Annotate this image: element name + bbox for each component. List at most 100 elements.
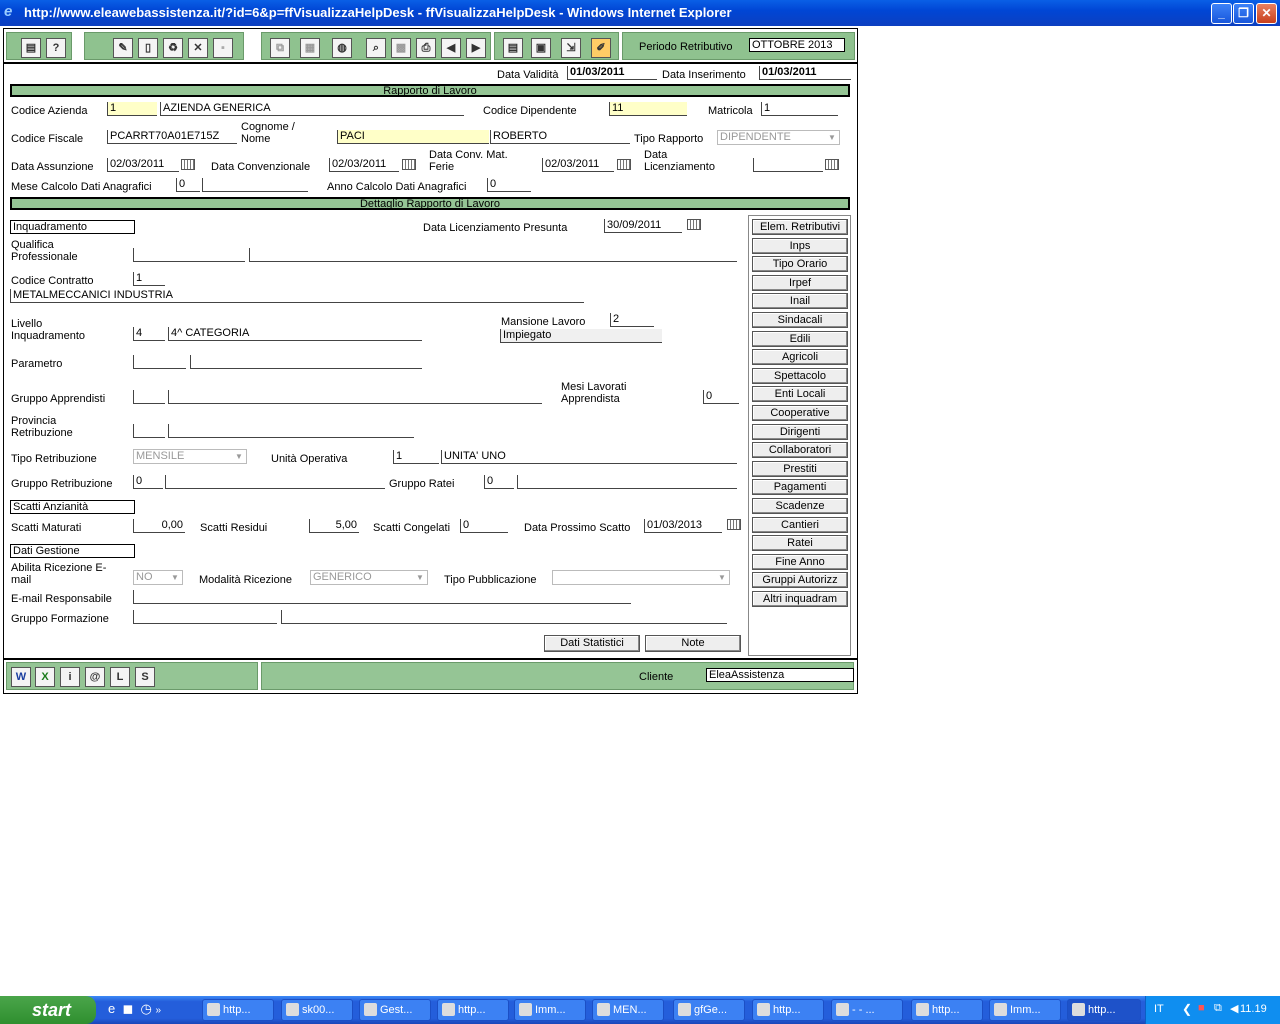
scatti-congelati-field[interactable]: 0 xyxy=(460,519,508,533)
excel-icon[interactable]: X xyxy=(35,667,55,687)
provincia-field[interactable] xyxy=(133,424,165,438)
clipboard-icon[interactable]: ▤ xyxy=(503,38,523,58)
matricola-field[interactable]: 1 xyxy=(761,102,838,116)
anno-calcolo-field[interactable]: 0 xyxy=(487,178,531,192)
minimize-button[interactable]: _ xyxy=(1211,3,1232,24)
side-button-8[interactable]: Spettacolo xyxy=(752,367,848,384)
side-button-16[interactable]: Cantieri xyxy=(752,516,848,533)
side-button-9[interactable]: Enti Locali xyxy=(752,386,848,403)
close-window-button[interactable]: ✕ xyxy=(1256,3,1277,24)
taskbar-item[interactable]: http... xyxy=(1067,999,1141,1021)
side-button-12[interactable]: Collaboratori xyxy=(752,442,848,459)
gruppo-retribuzione-field[interactable]: 0 xyxy=(133,475,163,489)
side-button-14[interactable]: Pagamenti xyxy=(752,479,848,496)
calendar-icon[interactable] xyxy=(617,159,631,170)
taskbar-item[interactable]: http... xyxy=(202,999,274,1021)
side-button-20[interactable]: Altri inquadram xyxy=(752,591,848,607)
globe-icon[interactable]: ◍ xyxy=(332,38,352,58)
at-icon[interactable]: @ xyxy=(85,667,105,687)
cognome-field[interactable]: PACI xyxy=(337,130,489,144)
taskbar-item[interactable]: http... xyxy=(437,999,509,1021)
side-button-1[interactable]: Inps xyxy=(752,237,848,254)
taskbar-item[interactable]: http... xyxy=(752,999,824,1021)
chevron-double-icon[interactable]: » xyxy=(155,1005,161,1016)
email-field[interactable] xyxy=(133,590,631,604)
data-conv-mat-field[interactable]: 02/03/2011 xyxy=(542,158,614,172)
prev-arrow-icon[interactable]: ◀ xyxy=(441,38,461,58)
side-button-0[interactable]: Elem. Retributivi xyxy=(752,219,848,235)
dati-statistici-button[interactable]: Dati Statistici xyxy=(544,635,640,652)
search-icon[interactable]: ⌕ xyxy=(366,38,386,58)
tray-network-icon[interactable]: ⧉ xyxy=(1214,1002,1222,1015)
cancel-icon[interactable]: ✕ xyxy=(188,38,208,58)
side-button-3[interactable]: Irpef xyxy=(752,274,848,291)
taskbar-item[interactable]: - - ... xyxy=(831,999,903,1021)
taskbar-item[interactable]: Gest... xyxy=(359,999,431,1021)
help-icon[interactable]: ? xyxy=(46,38,66,58)
trash-icon[interactable]: ♻ xyxy=(163,38,183,58)
side-button-19[interactable]: Gruppi Autorizz xyxy=(752,572,848,589)
qualifica-field[interactable] xyxy=(133,248,245,262)
scatti-residui-field[interactable]: 5,00 xyxy=(309,519,359,533)
export-icon[interactable]: ⇲ xyxy=(561,38,581,58)
word-icon[interactable]: W xyxy=(11,667,31,687)
clock-quicklaunch-icon[interactable]: ◷ xyxy=(141,1001,152,1016)
book-icon[interactable]: ▤ xyxy=(21,38,41,58)
info-icon[interactable]: i xyxy=(60,667,80,687)
mansione-field[interactable]: 2 xyxy=(610,313,654,327)
print-icon[interactable]: ⎙ xyxy=(416,38,436,58)
side-button-13[interactable]: Prestiti xyxy=(752,460,848,477)
tray-volume-icon[interactable]: ◀ xyxy=(1230,1002,1238,1015)
data-validita-field[interactable]: 01/03/2011 xyxy=(567,66,657,80)
abilita-select[interactable]: NO ▼ xyxy=(133,570,183,585)
side-button-17[interactable]: Ratei xyxy=(752,535,848,552)
new-document-icon[interactable]: ▯ xyxy=(138,38,158,58)
parametro-field[interactable] xyxy=(133,355,186,369)
calendar-check-icon[interactable]: ▣ xyxy=(531,38,551,58)
language-indicator[interactable]: IT xyxy=(1154,1003,1164,1015)
copy-icon[interactable]: ⧉ xyxy=(270,38,290,58)
save-icon[interactable]: ▪ xyxy=(213,38,233,58)
calendar-icon[interactable] xyxy=(727,519,741,530)
note-button[interactable]: Note xyxy=(645,635,741,652)
l-icon[interactable]: L xyxy=(110,667,130,687)
taskbar-item[interactable]: http... xyxy=(911,999,983,1021)
side-button-4[interactable]: Inail xyxy=(752,293,848,310)
paste-icon[interactable]: ▦ xyxy=(300,38,320,58)
data-prossimo-field[interactable]: 01/03/2013 xyxy=(644,519,722,533)
mesi-lavorati-field[interactable]: 0 xyxy=(703,390,739,404)
codice-dipendente-field[interactable]: 11 xyxy=(609,102,687,116)
data-inserimento-field[interactable]: 01/03/2011 xyxy=(759,66,851,80)
gruppo-ratei-field[interactable]: 0 xyxy=(484,475,514,489)
cliente-field[interactable]: EleaAssistenza xyxy=(706,668,854,682)
tipo-pubblicazione-select[interactable]: ▼ xyxy=(552,570,730,585)
scatti-maturati-field[interactable]: 0,00 xyxy=(133,519,185,533)
gruppo-apprendisti-field[interactable] xyxy=(133,390,165,404)
side-button-15[interactable]: Scadenze xyxy=(752,498,848,514)
codice-fiscale-field[interactable]: PCARRT70A01E715Z xyxy=(107,130,237,144)
side-button-10[interactable]: Cooperative xyxy=(752,405,848,421)
calendar-icon[interactable] xyxy=(687,219,701,230)
taskbar-item[interactable]: Imm... xyxy=(989,999,1061,1021)
data-licenziamento-field[interactable] xyxy=(753,158,823,172)
box-quicklaunch-icon[interactable]: ◼ xyxy=(122,1001,133,1016)
side-button-6[interactable]: Edili xyxy=(752,330,848,347)
side-button-5[interactable]: Sindacali xyxy=(752,312,848,328)
periodo-field[interactable]: OTTOBRE 2013 xyxy=(749,38,845,52)
modalita-select[interactable]: GENERICO ▼ xyxy=(310,570,428,585)
mese-calcolo-field[interactable]: 0 xyxy=(176,178,200,192)
next-arrow-icon[interactable]: ▶ xyxy=(466,38,486,58)
codice-contratto-field[interactable]: 1 xyxy=(133,272,165,286)
calendar-icon[interactable] xyxy=(825,159,839,170)
codice-azienda-field[interactable]: 1 xyxy=(107,102,157,116)
taskbar-item[interactable]: Imm... xyxy=(514,999,586,1021)
start-button[interactable]: start xyxy=(0,996,96,1024)
grid-icon[interactable]: ▩ xyxy=(391,38,411,58)
tray-app-icon[interactable]: ■ xyxy=(1198,1002,1205,1014)
data-convenzionale-field[interactable]: 02/03/2011 xyxy=(329,158,399,172)
side-button-2[interactable]: Tipo Orario xyxy=(752,256,848,273)
taskbar-item[interactable]: MEN... xyxy=(592,999,664,1021)
tray-arrow-icon[interactable]: ❮ xyxy=(1182,1002,1192,1016)
nome-field[interactable]: ROBERTO xyxy=(490,130,630,144)
data-lic-presunta-field[interactable]: 30/09/2011 xyxy=(604,219,682,233)
